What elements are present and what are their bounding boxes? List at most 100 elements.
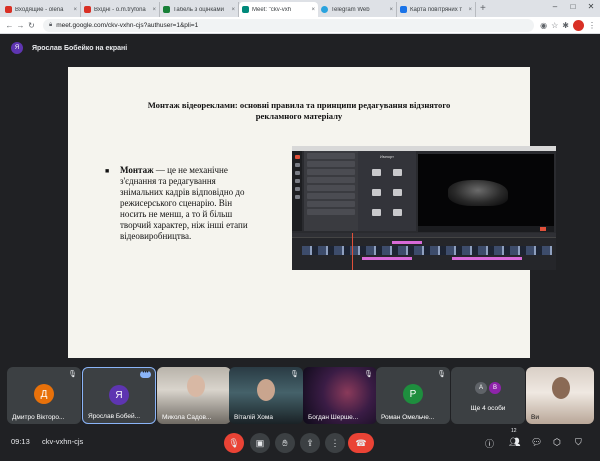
editor-timeline — [292, 233, 556, 270]
slide-body: Монтаж — це не механічне з'єднання та ре… — [120, 165, 248, 241]
slide-title: Монтаж відеореклами: основні правила та … — [147, 100, 451, 121]
profile-avatar[interactable] — [573, 19, 584, 31]
participant-name: Віталій Хома — [234, 414, 273, 421]
participant-tile[interactable]: Ви — [526, 367, 594, 424]
forward-icon[interactable]: → — [15, 21, 26, 30]
people-count-badge: 12 — [511, 428, 517, 434]
close-icon[interactable]: × — [311, 7, 315, 13]
clock: 09:13 — [11, 437, 30, 446]
raise-hand-button[interactable]: ✋︎ — [275, 433, 295, 453]
editor-preview — [418, 154, 554, 226]
camera-icon[interactable]: ◉ — [540, 21, 547, 30]
participant-tile[interactable]: Д 🎙︎ Дмитро Вікторо... — [7, 367, 81, 424]
back-icon[interactable]: ← — [4, 21, 15, 30]
activities-icon[interactable]: ⬡ — [553, 437, 561, 448]
telegram-icon — [321, 6, 328, 13]
gmail-icon — [5, 6, 12, 13]
close-icon[interactable]: × — [73, 7, 77, 13]
mic-off-icon: 🎙︎ — [290, 371, 299, 378]
editor-sidebar — [292, 151, 302, 231]
participant-video — [187, 375, 205, 397]
video-editor-screenshot: Импорт — [292, 146, 556, 270]
camera-button[interactable]: ▣ — [250, 433, 270, 453]
participant-tile[interactable]: 🎙︎ Віталій Хома — [229, 367, 303, 424]
browser-tab-active[interactable]: Meet: "ckv-vxh × — [239, 2, 318, 17]
new-tab-icon[interactable]: + — [480, 2, 486, 17]
menu-icon[interactable]: ⋮ — [588, 21, 596, 30]
people-icon[interactable]: 👥︎ — [509, 437, 520, 448]
url-field[interactable]: 🔒︎ meet.google.com/ckv-vxhn-cjs?authuser… — [43, 18, 535, 32]
present-button[interactable]: ⇪ — [300, 433, 320, 453]
participant-tile[interactable]: 🎙︎ Богдан Шерше... — [303, 367, 377, 424]
presenter-label: Ярослав Бобейко на екрані — [32, 44, 128, 52]
tab-strip: Входящие - olena × Вхідні - o.m.tryfona × … — [0, 0, 600, 17]
mic-off-icon: 🎙︎ — [68, 371, 77, 378]
mic-off-icon: 🎙︎ — [364, 371, 373, 378]
close-icon[interactable]: × — [389, 7, 393, 13]
toolbar-right: ◉ ☆ ✱ ⋮ — [540, 19, 596, 31]
editor-controls — [418, 226, 554, 232]
lock-icon: 🔒︎ — [49, 21, 53, 28]
host-controls-icon[interactable]: ⛉ — [575, 437, 582, 448]
info-icon[interactable]: ⓘ — [485, 437, 494, 450]
map-icon — [400, 6, 407, 13]
meet-icon — [242, 6, 249, 13]
more-icon: ⋮ — [330, 437, 340, 448]
participant-video — [552, 377, 570, 399]
hand-icon: ✋︎ — [282, 437, 288, 448]
star-icon[interactable]: ☆ — [551, 21, 558, 30]
maximize-icon[interactable]: □ — [564, 0, 582, 14]
presenter-bar: Я Ярослав Бобейко на екрані — [0, 35, 600, 61]
mic-button[interactable]: 🎙︎ — [224, 433, 244, 453]
participant-tile[interactable]: Я ••• Ярослав Бобей... — [82, 367, 156, 424]
participant-name: Ще 4 особи — [470, 405, 506, 412]
participant-video — [257, 379, 275, 401]
close-icon[interactable]: × — [231, 7, 235, 13]
avatar: Я — [109, 385, 129, 405]
browser-tab[interactable]: Карта повітряних т × — [397, 2, 476, 17]
hangup-icon: ☎︎ — [355, 437, 367, 448]
camera-icon: ▣ — [255, 437, 265, 448]
browser-tab[interactable]: Табель з оцінками × — [160, 2, 239, 17]
mic-off-icon: 🎙︎ — [437, 371, 446, 378]
participant-name: Микола Садов... — [162, 414, 212, 421]
participant-name: Роман Омельче... — [381, 414, 435, 421]
close-icon[interactable]: × — [468, 7, 472, 13]
participant-tile[interactable]: Р 🎙︎ Роман Омельче... — [376, 367, 450, 424]
close-icon[interactable]: × — [152, 7, 156, 13]
presenter-avatar: Я — [11, 42, 23, 54]
browser-tab[interactable]: Вхідні - o.m.tryfona × — [81, 2, 160, 17]
participant-tile[interactable]: Микола Садов... — [157, 367, 231, 424]
more-options-icon[interactable]: ••• — [140, 370, 151, 378]
browser-tab[interactable]: Telegram Web × — [318, 2, 397, 17]
leave-call-button[interactable]: ☎︎ — [348, 433, 374, 453]
meeting-code: ckv-vxhn-cjs — [42, 437, 84, 446]
participant-name: Дмитро Вікторо... — [12, 414, 65, 421]
more-button[interactable]: ⋮ — [325, 433, 345, 453]
avatar: А — [475, 382, 487, 394]
avatar: Д — [34, 384, 54, 404]
reload-icon[interactable]: ↻ — [26, 21, 37, 30]
participant-name: Ярослав Бобей... — [88, 413, 141, 420]
editor-import-panel: Импорт — [358, 151, 416, 231]
chat-icon[interactable]: 💬︎ — [531, 437, 542, 448]
avatar: В — [489, 382, 501, 394]
browser-tab[interactable]: Входящие - olena × — [2, 2, 81, 17]
window-controls: – □ ✕ — [546, 0, 600, 14]
present-icon: ⇪ — [306, 437, 314, 448]
drive-icon — [163, 6, 170, 13]
address-bar: ← → ↻ 🔒︎ meet.google.com/ckv-vxhn-cjs?au… — [0, 17, 600, 34]
extensions-icon[interactable]: ✱ — [562, 21, 569, 30]
editor-panel — [304, 151, 358, 231]
participant-tile-group[interactable]: А В Ще 4 особи — [451, 367, 525, 424]
participant-name: Ви — [531, 414, 539, 421]
close-window-icon[interactable]: ✕ — [582, 0, 600, 14]
participant-strip: Д 🎙︎ Дмитро Вікторо... Я ••• Ярослав Боб… — [0, 367, 600, 424]
avatar: Р — [403, 384, 423, 404]
mic-off-icon: 🎙︎ — [228, 437, 240, 448]
bullet-icon: ■ — [105, 168, 110, 175]
minimize-icon[interactable]: – — [546, 0, 564, 14]
shared-screen-slide: Монтаж відеореклами: основні правила та … — [68, 67, 556, 358]
gmail-icon — [84, 6, 91, 13]
participant-name: Богдан Шерше... — [308, 414, 359, 421]
